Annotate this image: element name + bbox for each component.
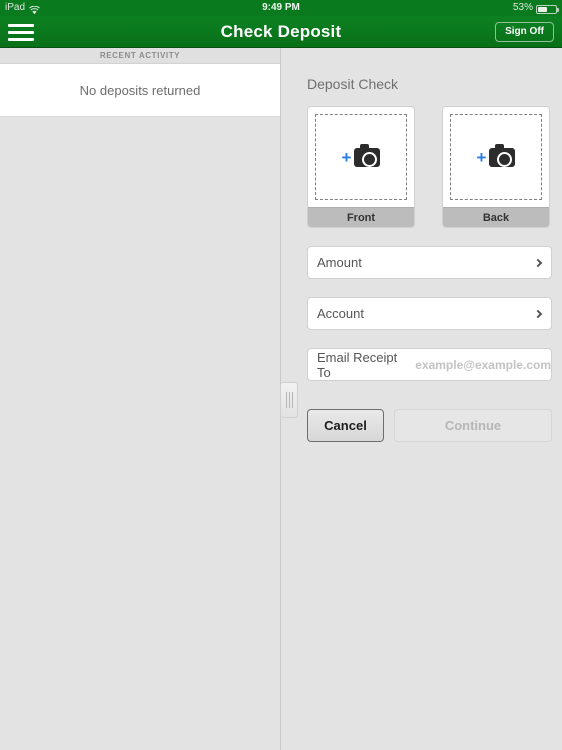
status-bar: iPad 9:49 PM 53% [0,0,562,16]
cancel-button[interactable]: Cancel [307,409,384,442]
email-receipt-row[interactable]: Email Receipt To example@example.com [307,348,552,381]
battery-percent-label: 53% [512,2,533,13]
drag-handle-icon [288,392,290,408]
account-field-label: Account [317,306,364,321]
email-receipt-placeholder[interactable]: example@example.com [415,358,551,372]
sign-off-button[interactable]: Sign Off [495,22,554,42]
continue-button: Continue [394,409,552,442]
drag-handle-icon [285,392,287,408]
camera-icon [489,143,516,167]
account-field-row[interactable]: Account [307,297,552,330]
status-bar-right: 53% [512,0,559,16]
chevron-right-icon [533,309,543,318]
page-title: Check Deposit [220,22,342,41]
capture-front-dropzone[interactable]: + [315,114,407,200]
email-receipt-label: Email Receipt To [317,349,398,380]
panel-splitter-handle[interactable] [280,382,298,418]
plus-icon: + [341,147,352,167]
app-screen: iPad 9:49 PM 53% Check Deposit Sign Off [0,0,562,750]
drag-handle-icon [291,392,293,408]
capture-front-label: Front [308,207,414,227]
capture-back-dropzone[interactable]: + [450,114,542,200]
capture-front-button[interactable]: + Front [307,106,415,228]
deposit-check-title: Deposit Check [307,76,399,92]
action-button-row: Cancel Continue [307,409,562,442]
chevron-right-icon [533,258,543,267]
capture-back-label: Back [443,207,549,227]
check-capture-row: + Front + Back [307,106,562,228]
deposit-check-panel: Deposit Check + Front + Back Amount Acco… [282,48,562,750]
amount-field-label: Amount [317,255,362,270]
navigation-bar: Check Deposit Sign Off [0,16,562,48]
recent-activity-panel: RECENT ACTIVITY No deposits returned [0,48,281,750]
status-bar-time: 9:49 PM [262,2,300,13]
recent-activity-header: RECENT ACTIVITY [0,48,280,64]
empty-state-row: No deposits returned [0,64,280,117]
battery-icon [536,4,559,14]
capture-back-button[interactable]: + Back [442,106,550,228]
camera-icon [354,143,381,167]
plus-icon: + [476,147,487,167]
amount-field-row[interactable]: Amount [307,246,552,279]
empty-state-label: No deposits returned [79,82,201,98]
